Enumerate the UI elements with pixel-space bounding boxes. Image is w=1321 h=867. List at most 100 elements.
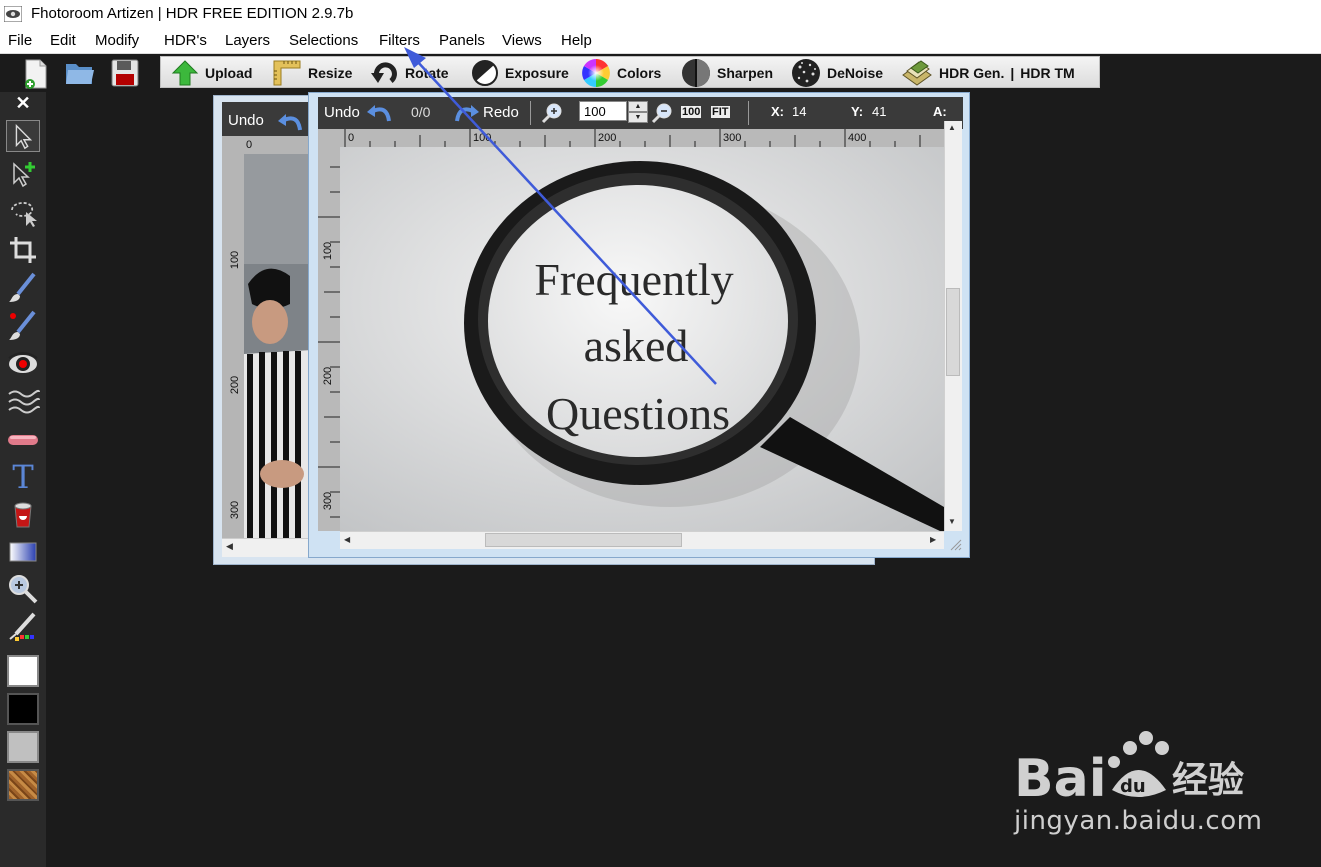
undo-arrow-icon[interactable] [365, 101, 393, 125]
scroll-right-arrow-icon[interactable]: ▶ [930, 535, 936, 544]
brush-icon[interactable] [6, 272, 40, 304]
svg-text:du: du [1120, 776, 1146, 797]
hdr-gen-icon [902, 60, 932, 86]
zoom-100-button[interactable]: 100 [681, 106, 702, 118]
vertical-scrollbar[interactable]: ▲ ▼ [944, 121, 962, 531]
red-brush-icon[interactable] [6, 310, 40, 342]
eraser-icon[interactable] [6, 424, 40, 456]
resize-grip-icon[interactable] [949, 538, 963, 552]
add-selection-icon[interactable] [6, 158, 40, 190]
wave-filter-icon[interactable] [6, 386, 40, 418]
save-floppy-icon[interactable] [110, 58, 140, 88]
image-text-line-2: asked [584, 320, 689, 371]
action-bar: Upload Resize Rotate Exposure Colors Sha… [160, 56, 1100, 88]
y-coordinate-value: 41 [872, 104, 887, 119]
zoom-input[interactable] [579, 101, 627, 121]
image-canvas[interactable]: Frequently asked Questions [340, 147, 944, 531]
document-window[interactable]: Undo 0/0 Redo ▲ ▼ 100 FIT X: 14 Y: [308, 92, 970, 558]
ruler-left: 100 200 300 [318, 147, 341, 531]
ruler-label: 200 [322, 366, 335, 386]
horizontal-scrollbar[interactable]: ◀ ▶ [340, 531, 944, 549]
menu-hdrs[interactable]: HDR's [164, 32, 207, 49]
image-text-line-1: Frequently [534, 254, 733, 305]
zoom-spin-down[interactable]: ▼ [628, 112, 648, 123]
swatch-black[interactable] [7, 693, 39, 725]
vertical-scroll-thumb[interactable] [946, 288, 960, 376]
colors-button[interactable]: Colors [581, 59, 661, 87]
magnifying-glass-photo: Frequently asked Questions [340, 147, 944, 531]
redo-button[interactable]: Redo [483, 104, 519, 121]
upload-arrow-icon [171, 60, 199, 86]
denoise-icon [792, 59, 820, 87]
upload-label: Upload [205, 65, 253, 81]
baidu-watermark: Bai du 经验 jingyan.baidu.com [1012, 728, 1272, 848]
x-coordinate-value: 14 [792, 104, 807, 119]
background-ruler-left: 100 200 300 [222, 154, 244, 538]
swatch-white[interactable] [7, 655, 39, 687]
ruler-icon [273, 60, 301, 86]
history-counter: 0/0 [411, 104, 431, 120]
scroll-up-arrow-icon[interactable]: ▲ [948, 123, 956, 132]
menu-layers[interactable]: Layers [225, 32, 270, 49]
ruler-label: 400 [848, 132, 867, 144]
magnifier-icon[interactable] [6, 572, 40, 604]
select-arrow-icon[interactable] [6, 120, 40, 152]
ruler-top: 0 100 200 300 400 [318, 129, 944, 148]
denoise-button[interactable]: DeNoise [791, 59, 883, 87]
hdr-tm-button[interactable]: HDR TM [1020, 65, 1074, 81]
redo-arrow-icon[interactable] [453, 101, 481, 125]
ruler-label: 100 [473, 132, 492, 144]
x-coordinate-label: X: [771, 104, 784, 119]
menu-modify[interactable]: Modify [95, 32, 139, 49]
ruler-label: 100 [322, 241, 335, 261]
resize-button[interactable]: Resize [272, 59, 352, 87]
menu-selections[interactable]: Selections [289, 32, 358, 49]
svg-text:经验: 经验 [1172, 760, 1244, 801]
hdr-gen-button[interactable]: HDR Gen. | HDR TM [901, 59, 1075, 87]
exposure-label: Exposure [505, 65, 569, 81]
open-folder-icon[interactable] [64, 58, 96, 88]
toolbar-divider [748, 101, 749, 125]
swatch-gray[interactable] [7, 731, 39, 763]
lasso-icon[interactable] [6, 196, 40, 228]
text-tool-icon[interactable]: T [6, 460, 40, 494]
sharpen-icon [682, 59, 710, 87]
sharpen-button[interactable]: Sharpen [681, 59, 773, 87]
zoom-in-icon[interactable] [541, 102, 565, 124]
scroll-down-arrow-icon[interactable]: ▼ [948, 517, 956, 526]
crop-icon[interactable] [6, 234, 40, 266]
exposure-button[interactable]: Exposure [471, 59, 569, 87]
swatch-texture[interactable] [7, 769, 39, 801]
new-document-icon[interactable] [20, 58, 50, 90]
red-eye-icon[interactable] [6, 348, 40, 380]
close-panel-button[interactable]: ✕ [0, 92, 46, 114]
ruler-label: 200 [229, 375, 242, 395]
gradient-icon[interactable] [6, 536, 40, 568]
menu-help[interactable]: Help [561, 32, 592, 49]
rotate-button[interactable]: Rotate [371, 59, 449, 87]
ruler-label: 300 [322, 491, 335, 511]
ruler-label: 300 [229, 500, 242, 520]
toolbar-separator: | [1010, 65, 1015, 81]
undo-button[interactable]: Undo [324, 104, 360, 121]
paint-bucket-icon[interactable] [6, 498, 40, 530]
undo-arrow-icon[interactable] [276, 110, 304, 134]
menu-file[interactable]: File [8, 32, 32, 49]
upload-button[interactable]: Upload [171, 59, 252, 87]
horizontal-scroll-thumb[interactable] [485, 533, 682, 547]
zoom-fit-button[interactable]: FIT [711, 106, 730, 118]
background-hscroll[interactable]: ◀ [222, 538, 312, 557]
color-picker-icon[interactable] [6, 610, 40, 642]
scroll-left-arrow-icon[interactable]: ◀ [344, 535, 350, 544]
menu-edit[interactable]: Edit [50, 32, 76, 49]
menu-views[interactable]: Views [502, 32, 542, 49]
zoom-out-icon[interactable] [651, 102, 675, 124]
title-bar: Fhotoroom Artizen | HDR FREE EDITION 2.9… [0, 0, 1321, 29]
denoise-label: DeNoise [827, 65, 884, 81]
background-undo-button[interactable]: Undo [228, 112, 264, 129]
menu-filters[interactable]: Filters [379, 32, 420, 49]
referee-photo [244, 154, 312, 538]
exposure-icon [472, 60, 498, 86]
zoom-spin-up[interactable]: ▲ [628, 101, 648, 112]
menu-panels[interactable]: Panels [439, 32, 485, 49]
